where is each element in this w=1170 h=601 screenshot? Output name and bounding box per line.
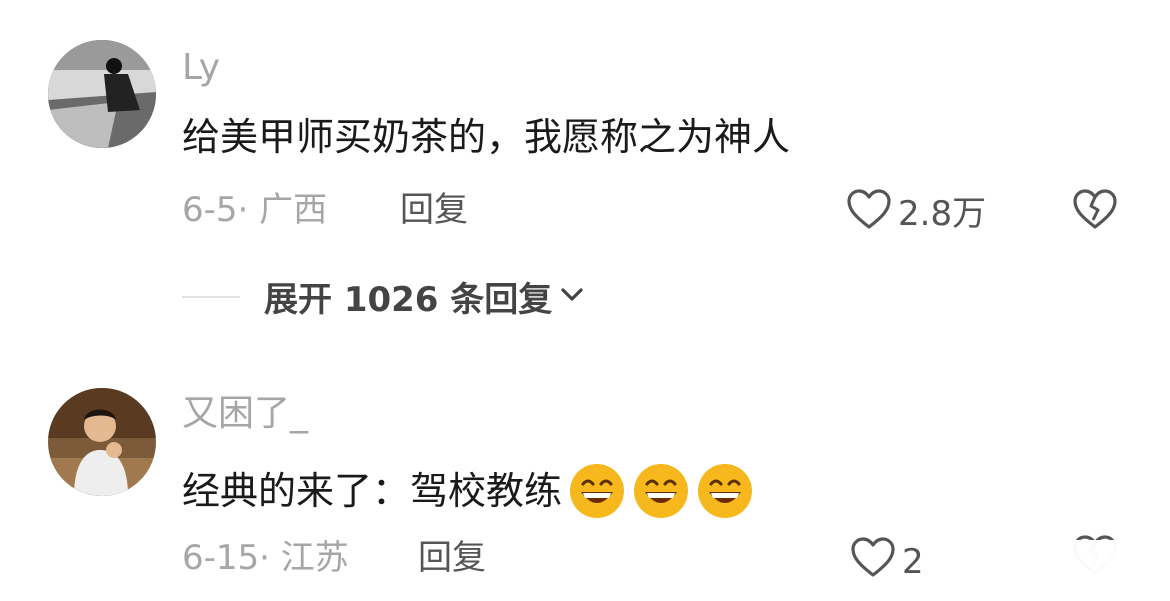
comment-text: 经典的来了：驾校教练 [182, 462, 754, 520]
comment-text-content: 给美甲师买奶茶的，我愿称之为神人 [182, 115, 791, 159]
reply-button[interactable]: 回复 [418, 538, 486, 578]
comment-text-content: 经典的来了：驾校教练 [182, 469, 563, 513]
comment-text: 给美甲师买奶茶的，我愿称之为神人 [182, 114, 790, 160]
expand-replies-button[interactable]: 展开 1026 条回复 [182, 272, 584, 321]
grin-emoji-icon [632, 462, 690, 520]
grin-emoji-icon [696, 462, 754, 520]
avatar[interactable] [48, 40, 156, 148]
like-count: 2.8万 [898, 193, 987, 234]
expand-replies-label: 展开 1026 条回复 [264, 280, 553, 320]
grin-emoji-icon [568, 462, 626, 520]
divider-line [182, 295, 240, 298]
avatar[interactable] [48, 388, 156, 496]
watermark-overlay [960, 540, 1170, 590]
broken-heart-icon [1072, 189, 1118, 234]
comment-meta: 6-5· 广西 [182, 190, 328, 230]
like-button[interactable]: 2.8万 [846, 188, 986, 239]
like-count: 2 [902, 541, 924, 582]
like-button[interactable]: 2 [850, 536, 924, 587]
chevron-down-icon [552, 287, 584, 307]
dislike-button[interactable] [1072, 188, 1118, 234]
heart-icon [846, 188, 892, 239]
reply-button[interactable]: 回复 [400, 190, 468, 230]
username[interactable]: Ly [182, 48, 220, 88]
username[interactable]: 又困了_ [182, 394, 308, 434]
heart-icon [850, 536, 896, 587]
comment-meta: 6-15· 江苏 [182, 538, 349, 578]
